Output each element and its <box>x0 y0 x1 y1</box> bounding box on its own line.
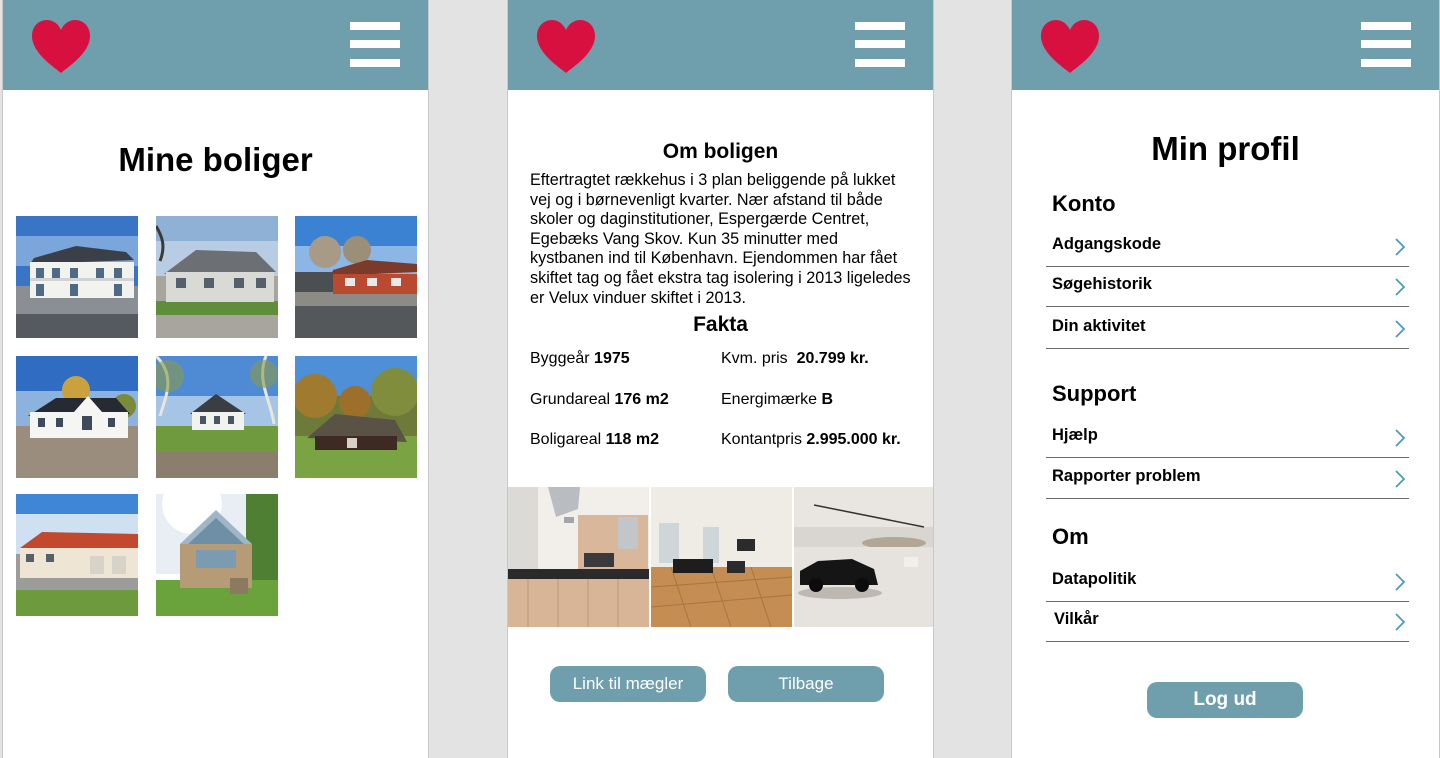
fact-build-year: Byggeår 1975 <box>530 350 630 367</box>
house-photo[interactable] <box>16 356 138 478</box>
menu-item-search-history[interactable]: Søgehistorik <box>1046 267 1409 307</box>
logout-button[interactable]: Log ud <box>1147 682 1303 718</box>
fact-energy-label: Energimærke B <box>721 391 834 408</box>
kitchen-photo[interactable] <box>508 487 649 627</box>
menu-item-password[interactable]: Adgangskode <box>1046 227 1409 267</box>
chevron-right-icon <box>1394 277 1406 297</box>
hamburger-menu-icon[interactable] <box>1361 22 1411 68</box>
chevron-right-icon <box>1394 572 1406 592</box>
house-photo[interactable] <box>16 216 138 338</box>
menu-item-report-problem[interactable]: Rapporter problem <box>1046 459 1409 499</box>
section-heading-about: Om <box>1052 524 1089 549</box>
broker-link-button[interactable]: Link til mægler <box>550 666 706 702</box>
house-photo[interactable] <box>156 494 278 616</box>
menu-item-label: Din aktivitet <box>1052 317 1146 335</box>
living-room-photo[interactable] <box>651 487 792 627</box>
house-photo[interactable] <box>156 216 278 338</box>
house-photo[interactable] <box>295 216 417 338</box>
fact-price-per-sqm: Kvm. pris 20.799 kr. <box>721 350 869 367</box>
house-photo[interactable] <box>16 494 138 616</box>
chevron-right-icon <box>1394 237 1406 257</box>
fact-plot-area: Grundareal 176 m2 <box>530 391 669 408</box>
garage-photo[interactable] <box>794 487 933 627</box>
menu-item-label: Adgangskode <box>1052 235 1162 253</box>
menu-item-data-policy[interactable]: Datapolitik <box>1046 562 1409 602</box>
menu-item-help[interactable]: Hjælp <box>1046 418 1409 458</box>
menu-item-label: Vilkår <box>1054 610 1099 628</box>
heart-icon[interactable] <box>29 18 93 74</box>
menu-item-activity[interactable]: Din aktivitet <box>1046 309 1409 349</box>
page-title: Mine boliger <box>118 141 313 178</box>
menu-item-terms[interactable]: Vilkår <box>1046 602 1409 642</box>
section-heading-support: Support <box>1052 381 1137 406</box>
screen-property-details: Om boligen Eftertragtet rækkehus i 3 pla… <box>507 0 934 758</box>
menu-item-label: Rapporter problem <box>1052 467 1201 485</box>
chevron-right-icon <box>1394 428 1406 448</box>
top-bar <box>508 0 933 90</box>
top-bar <box>1012 0 1439 90</box>
hamburger-menu-icon[interactable] <box>855 22 905 68</box>
page-title: Min profil <box>1151 130 1300 167</box>
menu-item-label: Søgehistorik <box>1052 275 1152 293</box>
house-photo[interactable] <box>156 356 278 478</box>
screen-my-homes: Mine boliger <box>2 0 429 758</box>
fact-living-area: Boligareal 118 m2 <box>530 431 659 448</box>
chevron-right-icon <box>1394 469 1406 489</box>
chevron-right-icon <box>1394 612 1406 632</box>
about-heading: Om boligen <box>662 140 779 163</box>
menu-item-label: Hjælp <box>1052 426 1098 444</box>
fact-cash-price: Kontantpris 2.995.000 kr. <box>721 431 901 448</box>
menu-item-label: Datapolitik <box>1052 570 1137 588</box>
heart-icon[interactable] <box>1038 18 1102 74</box>
heart-icon[interactable] <box>534 18 598 74</box>
property-description: Eftertragtet rækkehus i 3 plan beliggend… <box>530 171 911 307</box>
back-button[interactable]: Tilbage <box>728 666 884 702</box>
house-photo[interactable] <box>295 356 417 478</box>
facts-heading: Fakta <box>693 313 748 336</box>
section-heading-account: Konto <box>1052 191 1116 216</box>
screen-profile: Min profil Konto Adgangskode Søgehistori… <box>1011 0 1440 758</box>
chevron-right-icon <box>1394 319 1406 339</box>
top-bar <box>3 0 428 90</box>
hamburger-menu-icon[interactable] <box>350 22 400 68</box>
